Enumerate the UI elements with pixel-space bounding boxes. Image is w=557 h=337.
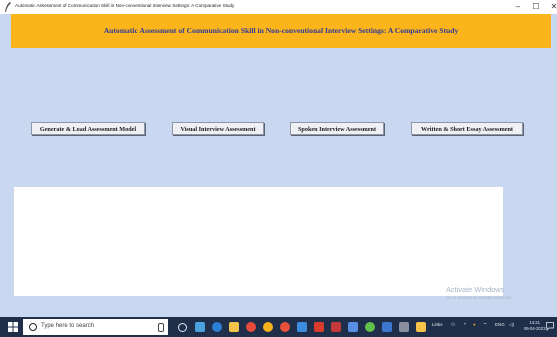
- header-banner: Automatic Assessment of Communication Sk…: [11, 14, 551, 48]
- search-icon: [29, 323, 37, 331]
- maximize-button[interactable]: ☐: [530, 1, 542, 13]
- close-button[interactable]: ✕: [548, 1, 557, 13]
- cortana-icon[interactable]: [178, 323, 187, 332]
- written-essay-assessment-button[interactable]: Written & Short Essay Assessment: [411, 122, 523, 135]
- spoken-interview-assessment-button[interactable]: Spoken Interview Assessment: [290, 122, 384, 135]
- word-icon[interactable]: [382, 322, 392, 332]
- taskbar-clock[interactable]: 14:21 06-04-2023: [524, 320, 545, 332]
- media-app-icon[interactable]: [331, 322, 341, 332]
- activate-windows-watermark: Activate Windows Go to Settings to activ…: [446, 285, 512, 300]
- python-idle-icon[interactable]: [348, 322, 358, 332]
- chat-app-icon[interactable]: [365, 322, 375, 332]
- mail-icon[interactable]: [297, 322, 307, 332]
- minimize-button[interactable]: –: [512, 1, 524, 13]
- output-text-area[interactable]: [14, 187, 503, 296]
- chevron-up-icon[interactable]: ^: [464, 322, 466, 327]
- firefox-icon[interactable]: [280, 322, 290, 332]
- visual-interview-assessment-button[interactable]: Visual Interview Assessment: [172, 122, 264, 135]
- taskbar-search-box[interactable]: Type here to search: [23, 319, 168, 335]
- windows-start-icon[interactable]: [8, 322, 18, 332]
- volume-icon[interactable]: ◁): [509, 322, 514, 328]
- network-icon[interactable]: ⌔: [483, 322, 487, 328]
- watermark-heading: Activate Windows: [446, 285, 505, 294]
- microphone-icon[interactable]: [158, 323, 164, 332]
- pdf-reader-icon[interactable]: [314, 322, 324, 332]
- page-title: Automatic Assessment of Communication Sk…: [103, 26, 459, 35]
- taskbar: Type here to search Links ⚇ ^ ● ⌔ ENG ◁)…: [0, 317, 557, 337]
- file-explorer-icon[interactable]: [229, 322, 239, 332]
- people-icon[interactable]: ⚇: [451, 322, 455, 328]
- notification-icon[interactable]: [546, 322, 554, 331]
- clock-date: 06-04-2023: [524, 326, 546, 331]
- language-icon[interactable]: ENG: [495, 322, 505, 327]
- tray-links-label[interactable]: Links: [432, 322, 443, 327]
- python-feather-icon: [5, 2, 11, 12]
- generate-load-model-button[interactable]: Generate & Load Assessment Model: [31, 122, 145, 135]
- search-placeholder: Type here to search: [41, 323, 95, 329]
- watermark-subtext: Go to Settings to activate Windows.: [446, 295, 513, 300]
- weather-icon[interactable]: ●: [473, 322, 476, 327]
- window-title: Automatic Assessment of Communication Sk…: [15, 3, 235, 8]
- window-titlebar[interactable]: Automatic Assessment of Communication Sk…: [0, 0, 557, 14]
- store-icon[interactable]: [246, 322, 256, 332]
- folder-app-icon[interactable]: [416, 322, 426, 332]
- edge-browser-icon[interactable]: [212, 322, 222, 332]
- terminal-icon[interactable]: [399, 322, 409, 332]
- task-view-icon[interactable]: [195, 322, 205, 332]
- chrome-icon[interactable]: [263, 322, 273, 332]
